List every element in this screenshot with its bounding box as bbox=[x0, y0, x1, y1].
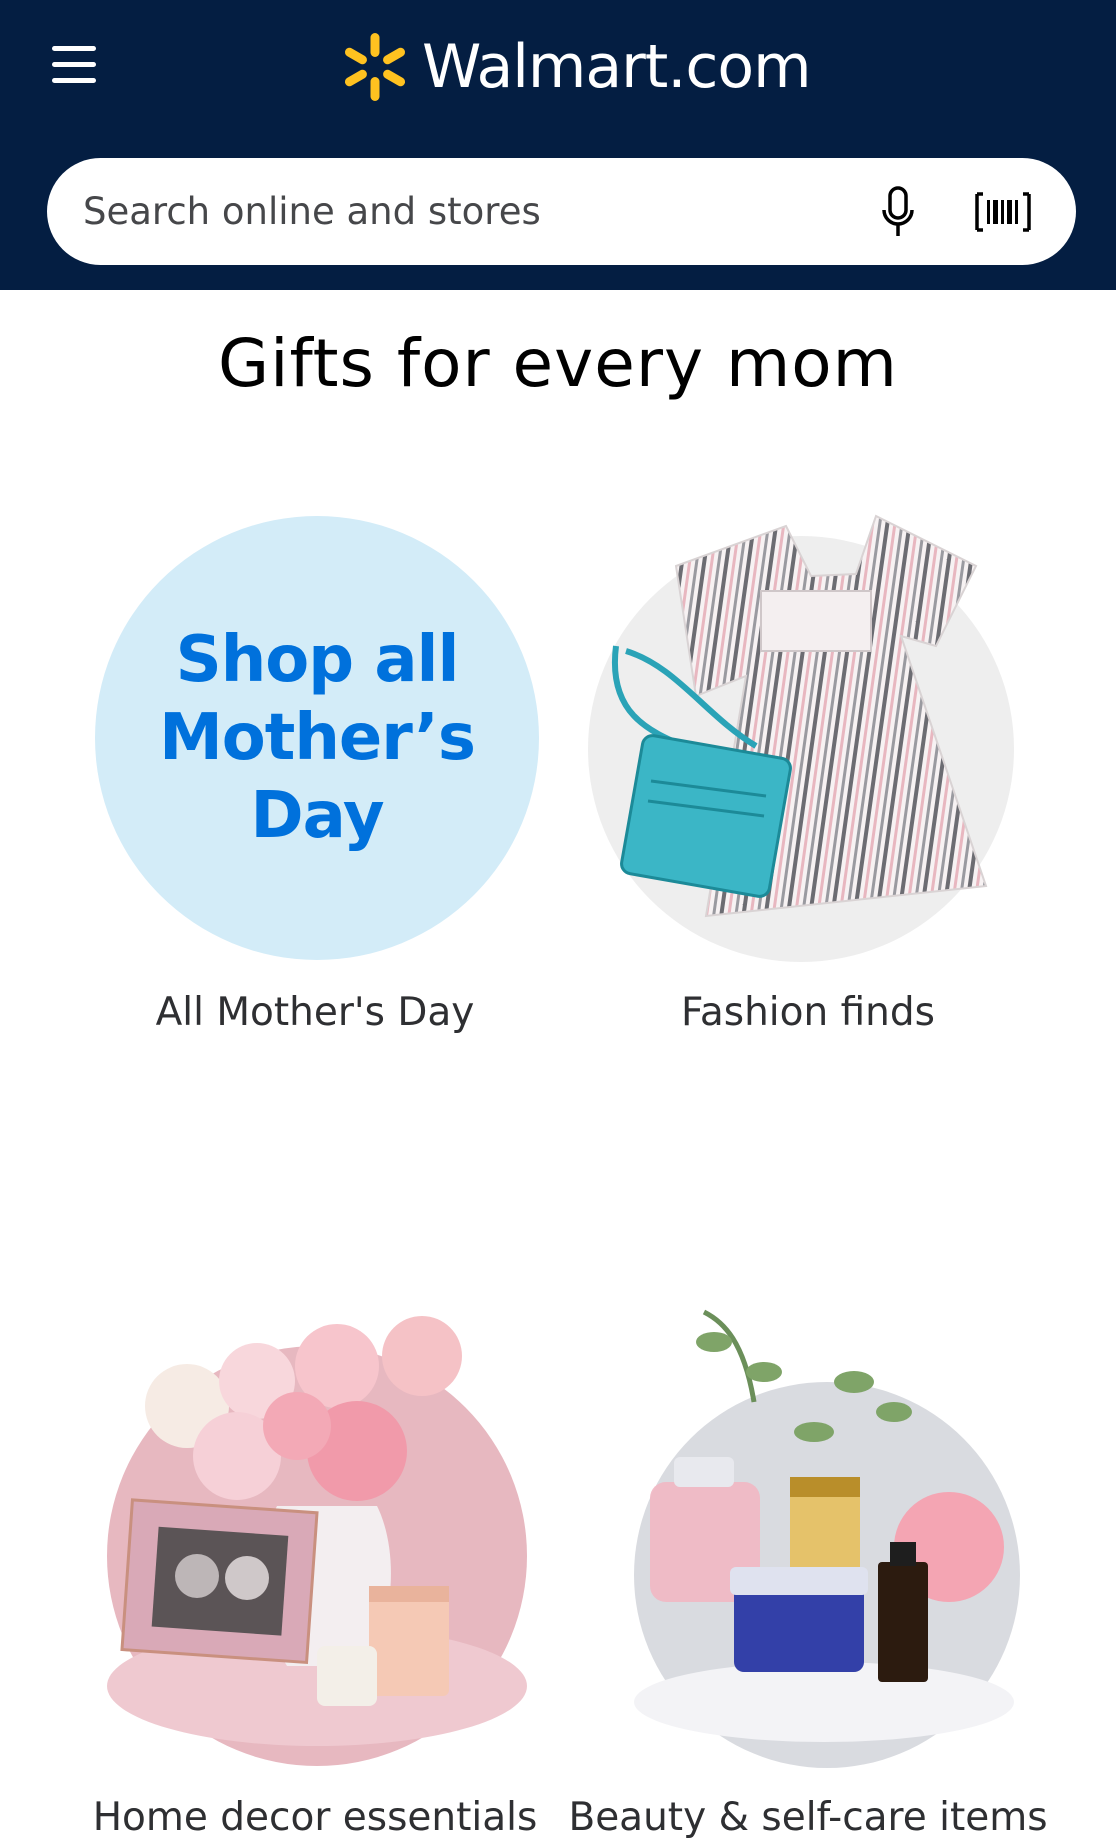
logo-text: Walmart.com bbox=[422, 32, 812, 102]
fashion-image bbox=[588, 514, 1014, 962]
tile-label: All Mother's Day bbox=[155, 990, 475, 1035]
badge-line-2: Mother’s bbox=[159, 701, 476, 775]
tile-home-decor[interactable]: Home decor essentials bbox=[55, 1316, 575, 1841]
header-bar: Walmart.com bbox=[0, 0, 1116, 290]
barcode-scan-icon[interactable] bbox=[975, 190, 1031, 234]
shop-all-badge: Shop all Mother’s Day bbox=[95, 516, 539, 960]
walmart-spark-icon bbox=[344, 33, 406, 101]
search-bar bbox=[47, 158, 1076, 265]
section-title: Gifts for every mom bbox=[218, 325, 898, 402]
search-input[interactable] bbox=[83, 158, 863, 265]
beauty-image bbox=[634, 1309, 1020, 1768]
badge-line-3: Day bbox=[250, 779, 384, 853]
badge-line-1: Shop all bbox=[175, 623, 460, 697]
tile-beauty-self-care[interactable]: Beauty & self-care items bbox=[548, 1309, 1068, 1841]
tile-all-mothers-day[interactable]: Shop all Mother’s Day All Mother's Day bbox=[55, 510, 575, 1050]
walmart-logo[interactable]: Walmart.com bbox=[340, 30, 812, 104]
tile-label: Home decor essentials bbox=[92, 1795, 538, 1840]
hamburger-menu-icon[interactable] bbox=[50, 42, 98, 90]
tile-label: Beauty & self-care items bbox=[568, 1795, 1048, 1840]
home-decor-image bbox=[107, 1316, 527, 1766]
microphone-icon[interactable] bbox=[880, 186, 916, 238]
tile-fashion-finds[interactable]: Fashion finds bbox=[548, 510, 1068, 1050]
tile-label: Fashion finds bbox=[681, 990, 935, 1035]
